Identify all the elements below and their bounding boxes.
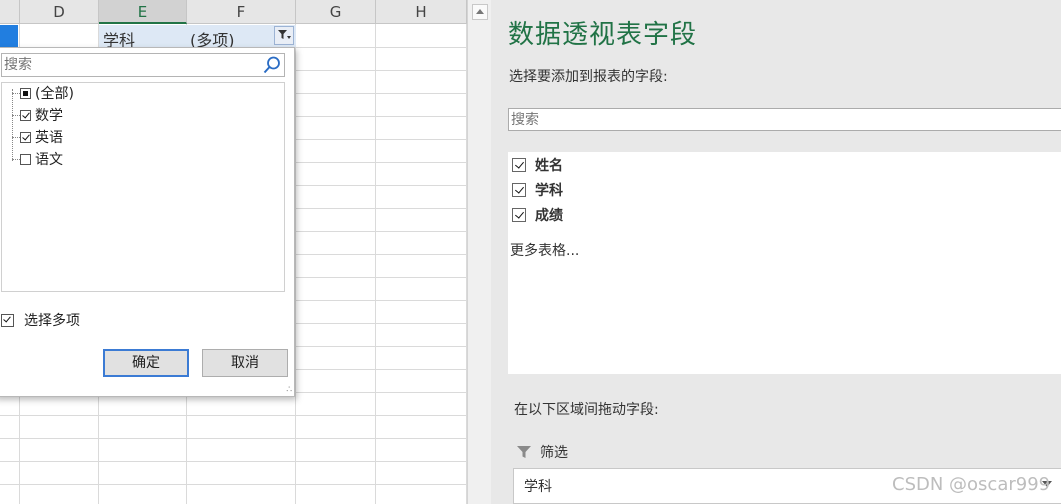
scroll-up-arrow-icon bbox=[476, 9, 484, 14]
funnel-icon bbox=[517, 446, 531, 458]
filter-item-label: (全部) bbox=[35, 86, 74, 102]
filter-item-math[interactable]: 数学 bbox=[20, 105, 63, 125]
filter-item-english[interactable]: 英语 bbox=[20, 127, 63, 147]
selected-cell-c1[interactable] bbox=[0, 25, 18, 47]
checked-checkbox-icon[interactable] bbox=[512, 158, 526, 172]
field-search-box[interactable] bbox=[508, 108, 1061, 131]
dropdown-search-input[interactable] bbox=[4, 56, 259, 74]
watermark: CSDN @oscar999 bbox=[892, 474, 1051, 495]
filter-field-pill[interactable]: 学科 bbox=[524, 476, 552, 496]
column-header-g[interactable]: G bbox=[296, 0, 376, 24]
column-header-d[interactable]: D bbox=[20, 0, 99, 24]
unchecked-checkbox-icon[interactable] bbox=[20, 153, 31, 165]
pane-subtitle: 选择要添加到报表的字段: bbox=[509, 69, 668, 85]
filter-area-header: 筛选 bbox=[517, 442, 568, 462]
field-list[interactable]: 姓名 学科 成绩 更多表格... bbox=[508, 152, 1061, 374]
column-header-h[interactable]: H bbox=[376, 0, 467, 24]
resize-grip-icon[interactable]: ∴ bbox=[286, 386, 292, 395]
filter-item-label: 数学 bbox=[35, 108, 63, 124]
checked-checkbox-icon[interactable] bbox=[20, 109, 31, 121]
field-name[interactable]: 姓名 bbox=[512, 155, 563, 175]
column-header-e[interactable]: E bbox=[99, 0, 187, 24]
dropdown-search-box[interactable] bbox=[1, 53, 285, 77]
filter-item-chinese[interactable]: 语文 bbox=[20, 149, 63, 169]
field-subject[interactable]: 学科 bbox=[512, 180, 563, 200]
scroll-up-button[interactable] bbox=[472, 4, 488, 20]
filter-area-label: 筛选 bbox=[540, 445, 568, 461]
multi-select-toggle[interactable]: 选择多项 bbox=[1, 310, 80, 330]
partial-checkbox-icon[interactable] bbox=[20, 87, 31, 99]
filter-item-label: 语文 bbox=[35, 152, 63, 168]
more-tables-link[interactable]: 更多表格... bbox=[510, 240, 579, 260]
field-score[interactable]: 成绩 bbox=[512, 205, 563, 225]
field-label: 成绩 bbox=[535, 208, 563, 224]
drag-fields-hint: 在以下区域间拖动字段: bbox=[514, 402, 659, 418]
filter-funnel-icon bbox=[278, 30, 291, 39]
cancel-button[interactable]: 取消 bbox=[202, 349, 288, 377]
filter-dropdown-button[interactable] bbox=[274, 26, 294, 45]
pivot-field-pane: 数据透视表字段 选择要添加到报表的字段: 姓名 学科 成绩 更多表格... 在以… bbox=[491, 0, 1061, 504]
field-search-input[interactable] bbox=[511, 110, 1051, 129]
filter-item-all[interactable]: (全部) bbox=[20, 83, 74, 103]
field-label: 姓名 bbox=[535, 158, 563, 174]
field-label: 学科 bbox=[535, 183, 563, 199]
column-header-f[interactable]: F bbox=[187, 0, 296, 24]
spreadsheet-grid[interactable]: D E F G H 学科 (多项) 搜索 (全部) 数学 英语 语文 选择多项 … bbox=[0, 0, 467, 504]
pane-title: 数据透视表字段 bbox=[508, 20, 698, 50]
checked-checkbox-icon[interactable] bbox=[1, 313, 14, 327]
ok-button[interactable]: 确定 bbox=[103, 349, 189, 377]
filter-item-label: 英语 bbox=[35, 130, 63, 146]
checked-checkbox-icon[interactable] bbox=[512, 183, 526, 197]
search-icon[interactable] bbox=[263, 56, 281, 74]
column-header-c[interactable] bbox=[0, 0, 20, 24]
filter-dropdown-panel: (全部) 数学 英语 语文 选择多项 确定 取消 ∴ bbox=[0, 47, 295, 397]
multi-select-label: 选择多项 bbox=[24, 313, 80, 329]
checked-checkbox-icon[interactable] bbox=[20, 131, 31, 143]
vertical-scrollbar[interactable] bbox=[467, 0, 491, 504]
checked-checkbox-icon[interactable] bbox=[512, 208, 526, 222]
filter-item-list[interactable]: (全部) 数学 英语 语文 bbox=[1, 82, 285, 292]
